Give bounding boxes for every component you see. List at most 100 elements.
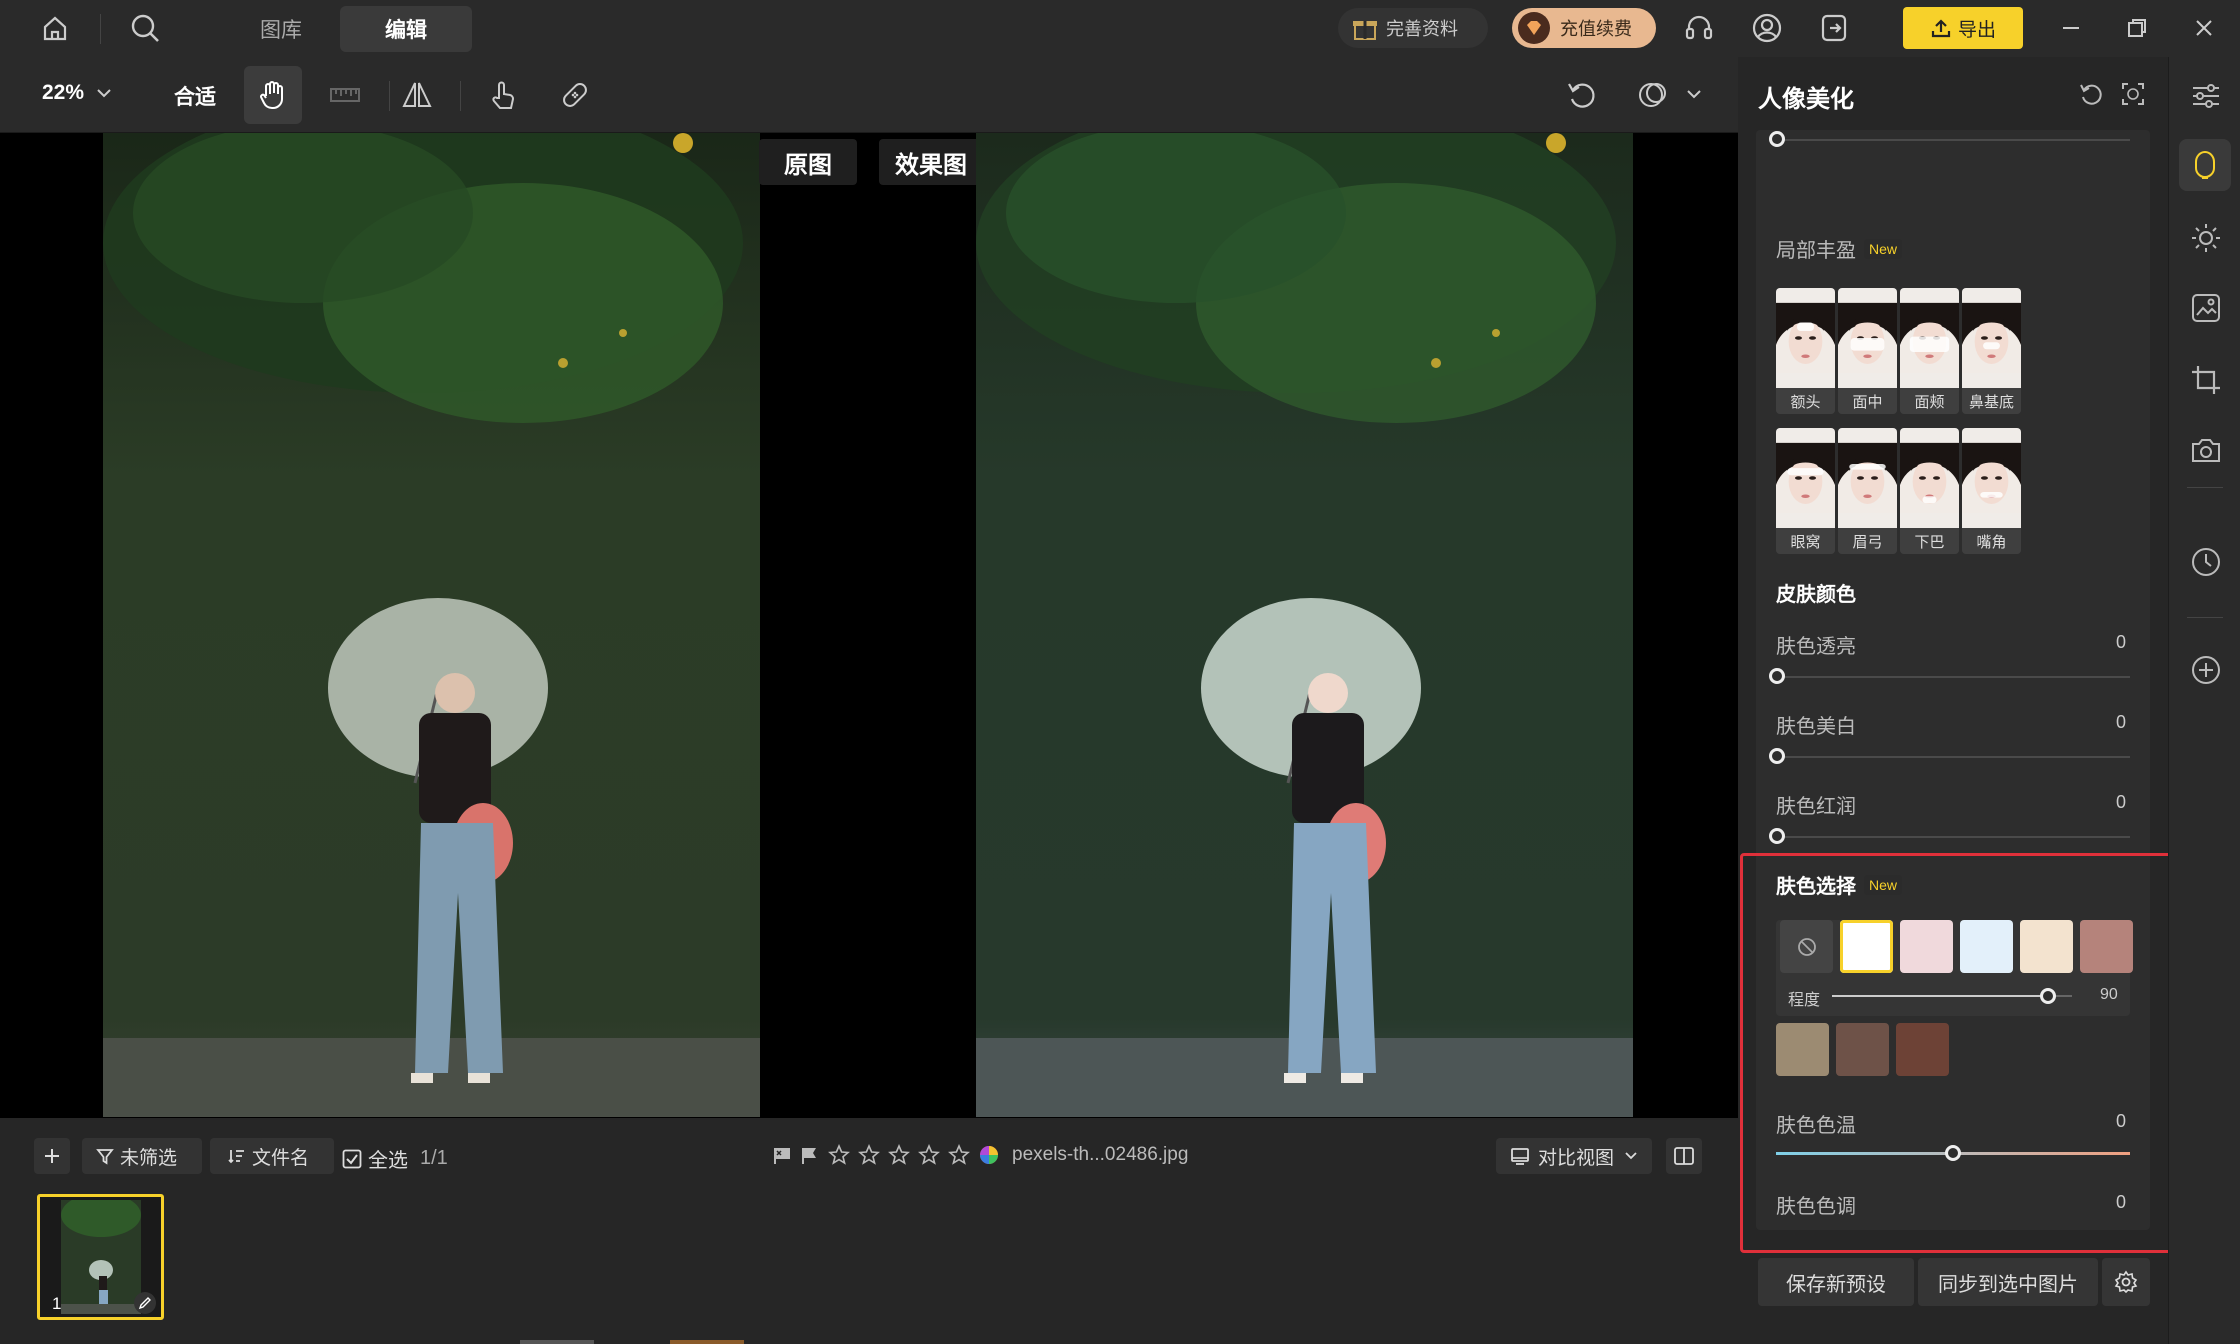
- local-fill-item[interactable]: 额头: [1776, 288, 1835, 414]
- history-icon[interactable]: [2189, 545, 2223, 579]
- headset-icon[interactable]: [1682, 11, 1716, 45]
- chevron-down-icon[interactable]: [1686, 88, 1702, 100]
- face-thumbnail: [1776, 428, 1835, 528]
- local-fill-item[interactable]: 眼窝: [1776, 428, 1835, 554]
- local-fill-item[interactable]: 嘴角: [1962, 428, 2021, 554]
- skin-slider-knob[interactable]: [1769, 748, 1785, 764]
- crop-icon[interactable]: [2189, 363, 2223, 397]
- chevron-down-icon: [1624, 1151, 1638, 1161]
- settings-button[interactable]: [2102, 1258, 2150, 1306]
- flag-icon[interactable]: [772, 1145, 792, 1165]
- ruler-icon: [328, 78, 362, 112]
- fit-button[interactable]: 合适: [174, 81, 216, 111]
- tab-library[interactable]: 图库: [222, 6, 340, 52]
- filter-icon: [96, 1147, 114, 1165]
- image-canvas[interactable]: 原图 效果图: [0, 133, 1738, 1118]
- skin-color-title: 皮肤颜色: [1776, 584, 1856, 606]
- local-fill-item[interactable]: 面中: [1838, 288, 1897, 414]
- split-view-button[interactable]: [1666, 1138, 1702, 1174]
- face-thumbnail: [1962, 288, 2021, 388]
- slider-knob[interactable]: [1769, 131, 1785, 147]
- effect-label: 效果图: [879, 139, 983, 185]
- view-mode-select[interactable]: 对比视图: [1496, 1138, 1652, 1174]
- logout-icon[interactable]: [1817, 11, 1851, 45]
- recharge-label: 充值续费: [1560, 19, 1632, 39]
- zoom-select[interactable]: 22%: [42, 81, 112, 105]
- save-preset-button[interactable]: 保存新预设: [1758, 1258, 1914, 1306]
- star-icon[interactable]: [948, 1144, 970, 1166]
- image-edit-icon[interactable]: [2189, 291, 2223, 325]
- export-button[interactable]: 导出: [1903, 7, 2023, 49]
- scroll-indicator: [670, 1340, 744, 1344]
- local-fill-label: 面中: [1838, 388, 1897, 414]
- edit-toolbar: 22% 合适: [0, 57, 1738, 133]
- divider: [2187, 617, 2223, 618]
- original-label: 原图: [759, 139, 857, 185]
- complete-info-label: 完善资料: [1386, 19, 1458, 39]
- search-icon[interactable]: [128, 11, 162, 45]
- tab-edit[interactable]: 编辑: [340, 6, 472, 52]
- ruler-tool[interactable]: [316, 66, 374, 124]
- panel-title: 人像美化: [1758, 86, 1854, 113]
- skin-slider-label: 肤色透亮: [1776, 636, 1856, 658]
- skin-slider-track: [1776, 756, 2130, 758]
- divider: [100, 14, 101, 44]
- star-icon[interactable]: [888, 1144, 910, 1166]
- skin-slider-knob[interactable]: [1769, 668, 1785, 684]
- hand-tool[interactable]: [244, 66, 302, 124]
- adjust-sliders-icon[interactable]: [2189, 79, 2223, 113]
- reset-button[interactable]: [1553, 66, 1611, 124]
- local-fill-label: 眉弓: [1838, 528, 1897, 554]
- portrait-tool[interactable]: [2179, 139, 2231, 191]
- skin-slider-track: [1776, 836, 2130, 838]
- view-mode-label: 对比视图: [1538, 1147, 1615, 1169]
- bandage-tool[interactable]: [546, 66, 604, 124]
- plus-icon: [42, 1146, 62, 1166]
- divider: [2187, 487, 2223, 488]
- local-fill-title: 局部丰盈: [1776, 240, 1856, 262]
- touch-tool[interactable]: [474, 66, 532, 124]
- recharge-button[interactable]: 充值续费: [1512, 8, 1656, 48]
- select-count: 1/1: [420, 1147, 448, 1169]
- add-circle-icon[interactable]: [2189, 653, 2223, 687]
- home-icon[interactable]: [38, 11, 72, 45]
- complete-info-button[interactable]: 完善资料: [1338, 8, 1488, 48]
- restore-icon[interactable]: [2120, 11, 2154, 45]
- flip-tool[interactable]: [388, 66, 446, 124]
- close-icon[interactable]: [2187, 11, 2221, 45]
- local-fill-item[interactable]: 面颊: [1900, 288, 1959, 414]
- filter-button[interactable]: 未筛选: [82, 1138, 202, 1174]
- edited-icon: [134, 1292, 156, 1314]
- select-all-checkbox[interactable]: 全选 1/1: [342, 1144, 448, 1173]
- user-icon[interactable]: [1750, 11, 1784, 45]
- local-fill-label: 额头: [1776, 388, 1835, 414]
- compare-view-icon: [1510, 1146, 1530, 1166]
- star-icon[interactable]: [828, 1144, 850, 1166]
- local-fill-item[interactable]: 下巴: [1900, 428, 1959, 554]
- zoom-value: 22%: [42, 81, 85, 104]
- bandage-icon: [558, 78, 592, 112]
- color-label-icon[interactable]: [978, 1144, 1000, 1166]
- overlay-tool[interactable]: [1624, 66, 1682, 124]
- thumbnail[interactable]: 1: [37, 1194, 164, 1320]
- add-button[interactable]: [34, 1138, 70, 1174]
- flip-icon: [400, 78, 434, 112]
- skin-slider-value: 0: [2116, 792, 2127, 812]
- sun-icon[interactable]: [2189, 221, 2223, 255]
- select-all-label: 全选: [368, 1150, 408, 1172]
- local-fill-item[interactable]: 鼻基底: [1962, 288, 2021, 414]
- face-thumbnail: [1838, 428, 1897, 528]
- sync-button[interactable]: 同步到选中图片: [1918, 1258, 2098, 1306]
- skin-slider-value: 0: [2116, 632, 2127, 652]
- undo-icon: [1565, 78, 1599, 112]
- camera-icon[interactable]: [2189, 433, 2223, 467]
- star-icon[interactable]: [858, 1144, 880, 1166]
- panel-reset-icon[interactable]: [2078, 81, 2104, 107]
- skin-slider-knob[interactable]: [1769, 828, 1785, 844]
- sort-button[interactable]: 文件名: [210, 1138, 334, 1174]
- flag-pick-icon[interactable]: [800, 1145, 820, 1165]
- local-fill-item[interactable]: 眉弓: [1838, 428, 1897, 554]
- minimize-icon[interactable]: [2054, 11, 2088, 45]
- face-detect-icon[interactable]: [2120, 81, 2146, 107]
- star-icon[interactable]: [918, 1144, 940, 1166]
